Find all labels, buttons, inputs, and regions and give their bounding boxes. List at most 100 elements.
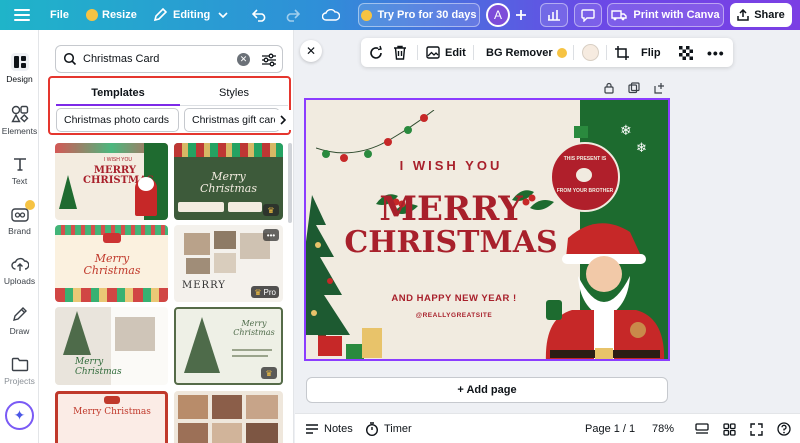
- try-pro-button[interactable]: Try Pro for 30 days: [358, 3, 480, 27]
- lock-icon[interactable]: [603, 82, 615, 94]
- template-thumbnail[interactable]: Merry Christmas: [55, 307, 168, 385]
- cloud-upload-icon: [10, 254, 29, 274]
- avatar[interactable]: A: [486, 3, 510, 27]
- template-title: Merry Christmas: [83, 252, 141, 277]
- string-lights: [316, 110, 435, 162]
- template-title: Merry Christmas: [75, 357, 122, 377]
- rail-label-draw: Draw: [9, 326, 30, 336]
- zoom-level[interactable]: 78%: [652, 414, 674, 443]
- template-thumbnail[interactable]: Merry Christmas: [55, 391, 168, 443]
- duplicate-icon[interactable]: [628, 82, 640, 94]
- shapes-icon: [10, 104, 29, 124]
- template-thumbnail[interactable]: Merry Christmas: [55, 225, 168, 302]
- editing-label: Editing: [173, 9, 211, 21]
- panel-scrollbar[interactable]: [288, 143, 292, 223]
- editing-mode-dropdown[interactable]: Editing: [153, 0, 228, 30]
- edit-button[interactable]: Edit: [426, 38, 466, 67]
- rail-item-elements[interactable]: Elements: [0, 98, 39, 146]
- close-panel-button[interactable]: ✕: [300, 40, 322, 62]
- redo-icon[interactable]: [284, 0, 300, 30]
- page-indicator[interactable]: Page 1 / 1: [585, 414, 635, 443]
- rail-item-uploads[interactable]: Uploads: [0, 248, 39, 296]
- gift-tag-badge: THIS PRESENT IS FROM YOUR BROTHER: [550, 142, 620, 212]
- rail-item-text[interactable]: Text: [0, 148, 39, 196]
- tab-templates[interactable]: Templates: [56, 82, 180, 104]
- notes-label: Notes: [324, 423, 353, 435]
- template-title: Merry Christmas: [200, 170, 257, 195]
- left-rail: Design Elements Text Brand Uploads Draw: [0, 30, 39, 443]
- more-options-icon[interactable]: •••: [707, 38, 725, 67]
- trash-icon[interactable]: [393, 38, 407, 67]
- template-subtitle: I WISH YOU: [104, 157, 132, 163]
- timer-button[interactable]: Timer: [365, 414, 412, 443]
- page-thumbnails-icon[interactable]: [695, 414, 709, 443]
- templates-panel: ✕ Templates Styles Christmas photo cards…: [39, 30, 294, 443]
- bottom-bar: Notes Timer Page 1 / 1 78%: [295, 413, 800, 443]
- pen-icon: [12, 304, 28, 324]
- share-icon: [737, 9, 749, 21]
- toolbar-divider: [417, 45, 418, 60]
- file-menu[interactable]: File: [50, 0, 69, 30]
- premium-crown-badge: ♛: [263, 204, 279, 216]
- chip-christmas-gift-cards[interactable]: Christmas gift cards: [184, 108, 280, 132]
- notes-button[interactable]: Notes: [305, 414, 353, 443]
- template-title: MERRY: [182, 280, 226, 291]
- flip-button[interactable]: Flip: [641, 38, 661, 67]
- template-thumbnail[interactable]: Merry Christmas ♛: [174, 307, 283, 385]
- fullscreen-icon[interactable]: [750, 414, 763, 443]
- new-year-line: AND HAPPY NEW YEAR !: [391, 293, 517, 304]
- ai-rotate-icon[interactable]: [368, 38, 384, 67]
- rail-item-draw[interactable]: Draw: [0, 298, 39, 346]
- add-page-button[interactable]: + Add page: [306, 377, 668, 403]
- add-collaborator-icon[interactable]: [515, 0, 527, 30]
- resize-button[interactable]: Resize: [86, 0, 137, 30]
- active-tab-indicator: [56, 104, 180, 106]
- brand-icon: [10, 200, 35, 224]
- cloud-saved-icon[interactable]: [322, 0, 340, 30]
- filter-sliders-icon[interactable]: [261, 53, 277, 67]
- template-thumbnail[interactable]: [174, 391, 283, 443]
- chevron-right-icon[interactable]: [275, 110, 291, 130]
- color-swatch[interactable]: [582, 44, 599, 61]
- rail-item-brand[interactable]: Brand: [0, 198, 39, 246]
- help-icon[interactable]: [777, 414, 791, 443]
- share-button[interactable]: Share: [730, 3, 792, 27]
- search-box: ✕: [55, 45, 283, 73]
- print-label: Print with Canva: [633, 9, 720, 21]
- design-page[interactable]: ❄ ❄ I WISH YOU MERRY CHRISTMAS AND HAPPY…: [304, 98, 670, 361]
- chip-christmas-photo-cards[interactable]: Christmas photo cards: [56, 108, 179, 132]
- template-thumbnail[interactable]: Merry Christmas ♛: [174, 143, 283, 220]
- undo-icon[interactable]: [252, 0, 268, 30]
- share-label: Share: [754, 9, 785, 21]
- analytics-icon[interactable]: [540, 3, 568, 27]
- crown-icon: [24, 200, 35, 210]
- search-icon[interactable]: [63, 52, 77, 66]
- add-page-icon[interactable]: [653, 82, 665, 94]
- template-thumbnail[interactable]: MERRY ••• ♛ Pro: [174, 225, 283, 302]
- grid-view-icon[interactable]: [723, 414, 736, 443]
- magic-sparkle-icon[interactable]: ✦: [5, 401, 34, 430]
- menu-icon[interactable]: [14, 0, 30, 30]
- comment-icon[interactable]: [574, 3, 602, 27]
- image-edit-icon: [426, 46, 440, 59]
- gift-badge-top: [574, 126, 588, 138]
- bg-remover-label: BG Remover: [486, 46, 553, 59]
- bg-remover-button[interactable]: BG Remover: [486, 38, 567, 67]
- search-input[interactable]: [83, 53, 233, 65]
- gift-box: [362, 328, 382, 358]
- tab-styles[interactable]: Styles: [180, 82, 288, 104]
- print-with-canva-button[interactable]: Print with Canva: [607, 3, 724, 27]
- rail-item-design[interactable]: Design: [0, 46, 39, 94]
- crown-icon: [556, 47, 567, 58]
- rail-item-projects[interactable]: Projects: [0, 348, 39, 396]
- toolbar-divider: [573, 45, 574, 60]
- transparency-icon[interactable]: [679, 38, 693, 67]
- clear-search-icon[interactable]: ✕: [237, 53, 250, 66]
- rail-label-uploads: Uploads: [3, 276, 36, 286]
- more-options-icon[interactable]: •••: [263, 229, 279, 241]
- crop-icon[interactable]: [615, 38, 629, 67]
- truck-icon: [611, 10, 628, 21]
- crown-icon: [86, 9, 98, 21]
- timer-label: Timer: [384, 423, 412, 435]
- template-thumbnail[interactable]: I WISH YOU MERRY CHRISTMAS: [55, 143, 168, 220]
